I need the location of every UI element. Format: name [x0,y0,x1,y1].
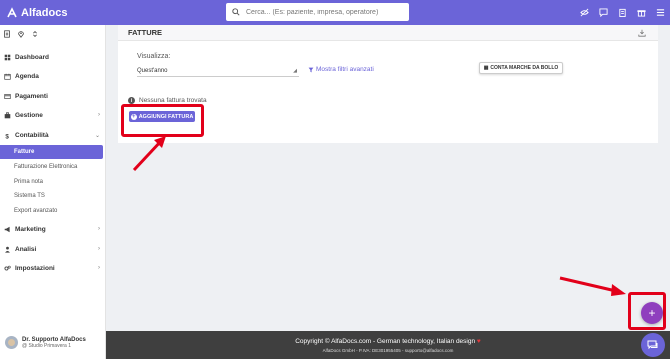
sidebar-tools [3,30,39,38]
sidebar-item-pagamenti[interactable]: Pagamenti [0,88,106,104]
footer: Copyright © AlfaDocs.com - German techno… [106,331,670,359]
user-profile[interactable]: Dr. Supporto AlfaDocs @ Studio Primavera… [5,336,86,349]
sidebar-item-label: Dashboard [15,53,49,61]
search-bar[interactable] [226,3,409,21]
svg-text:$: $ [5,133,9,139]
sidebar-item-impostazioni[interactable]: Impostazioni › [0,260,106,276]
sidebar-item-analisi[interactable]: Analisi › [0,241,106,257]
sidebar-item-gestione[interactable]: Gestione › [0,107,106,123]
document-icon[interactable] [3,30,11,38]
app-name: Alfadocs [21,6,68,19]
sidebar-item-label: Marketing [15,225,46,233]
sidebar: Dashboard Agenda Pagamenti Gestione › $ … [0,25,106,359]
download-icon[interactable] [638,29,646,37]
support-chat-button[interactable] [641,333,665,357]
calculator-icon: ▦ [483,65,489,71]
sidebar-item-label: Agenda [15,72,39,80]
annotation-arrow-icon [559,276,626,296]
calendar-icon [4,73,11,80]
period-select-value: Quest'anno [137,67,168,74]
filter-icon [308,67,314,72]
chat-bubble-icon [647,340,658,350]
sidebar-item-label: Pagamenti [15,92,48,100]
sidebar-item-label: Gestione [15,111,43,119]
search-icon [232,8,240,16]
menu-icon[interactable] [654,6,667,19]
info-icon: i [128,97,135,104]
count-stamps-label: CONTA MARCHE DA BOLLO [490,65,559,71]
top-bar: Alfadocs [0,0,670,25]
annotation-box-add-invoice [121,104,204,137]
sidebar-item-agenda[interactable]: Agenda [0,68,106,84]
gears-icon [4,265,11,270]
clipboard-icon[interactable] [616,6,629,19]
sidebar-item-label: Contabilità [15,131,49,139]
location-pin-icon[interactable] [17,30,25,38]
chat-icon[interactable] [597,6,610,19]
sidebar-item-marketing[interactable]: Marketing › [0,221,106,237]
sidebar-item-dashboard[interactable]: Dashboard [0,49,106,65]
user-studio: @ Studio Primavera 1 [22,342,71,349]
page-title: FATTURE [128,28,163,37]
period-select[interactable]: Quest'anno ◢ [137,65,299,77]
gift-icon[interactable] [635,6,648,19]
view-label: Visualizza: [137,53,171,60]
search-input[interactable] [246,8,406,16]
sidebar-subitem-export-avanzato[interactable]: Export avanzato [0,204,103,218]
card-icon [4,93,11,99]
sidebar-subitem-fatturazione-elettronica[interactable]: Fatturazione Elettronica [0,160,103,174]
sidebar-subitem-fatture[interactable]: Fatture [0,145,103,159]
annotation-arrow-icon [132,136,166,172]
avatar [5,336,18,349]
footer-company-info: AlfaDocs GmbH - P.IVA: DE301955405 - sup… [322,348,454,353]
chevron-right-icon: › [98,246,100,252]
footer-copyright-text: Copyright © AlfaDocs.com - German techno… [295,338,476,345]
top-icons [578,6,667,19]
dollar-icon: $ [5,133,9,139]
chevron-right-icon: › [98,265,100,271]
empty-message: i Nessuna fattura trovata [128,97,207,104]
count-stamps-button[interactable]: ▦ CONTA MARCHE DA BOLLO [479,62,563,74]
sort-arrows-icon[interactable] [31,30,39,38]
sidebar-subitem-prima-nota[interactable]: Prima nota [0,175,103,189]
alfadocs-logo-icon [7,6,17,17]
megaphone-icon [4,226,10,232]
app-logo[interactable]: Alfadocs [6,4,67,21]
card-header: FATTURE [118,25,658,41]
user-name: Dr. Supporto AlfaDocs [22,336,86,343]
heart-icon: ♥ [476,338,481,345]
sidebar-subitem-sistema-ts[interactable]: Sistema TS [0,189,103,203]
visibility-off-icon[interactable] [578,6,591,19]
briefcase-icon [4,111,11,118]
chevron-right-icon: › [98,226,100,232]
advanced-filters-label: Mostra filtri avanzati [316,66,374,73]
grid-icon [4,54,11,60]
person-icon [5,246,10,253]
chevron-down-icon: ⌄ [94,132,100,139]
fab-add-button[interactable]: + [641,302,663,324]
select-caret-icon: ◢ [293,68,297,74]
sidebar-item-label: Impostazioni [15,264,55,272]
footer-copyright: Copyright © AlfaDocs.com - German techno… [106,338,670,345]
empty-message-text: Nessuna fattura trovata [139,97,207,104]
advanced-filters-link[interactable]: Mostra filtri avanzati [308,66,374,73]
sidebar-item-contabilita[interactable]: $ Contabilità ⌄ [0,127,106,143]
sidebar-item-label: Analisi [15,245,37,253]
chevron-right-icon: › [98,112,100,118]
